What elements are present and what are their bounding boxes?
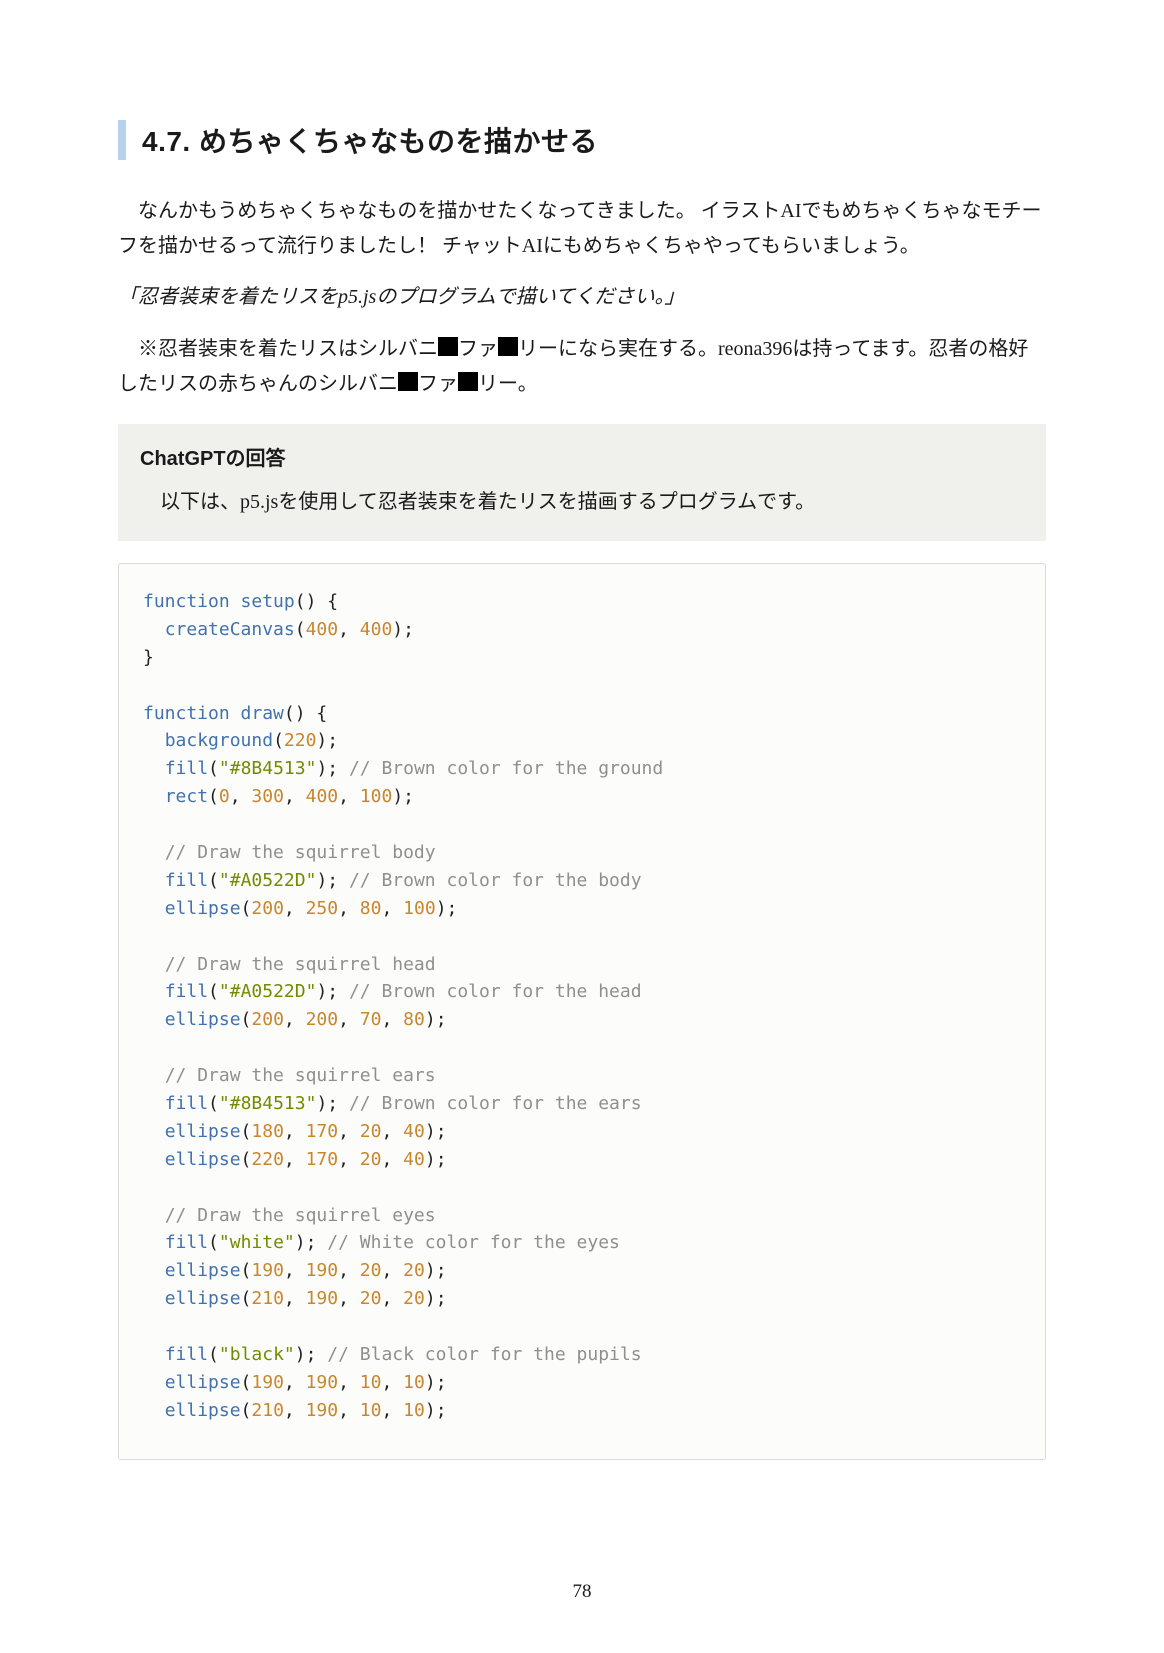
response-title: ChatGPTの回答: [140, 442, 1024, 471]
redaction-box: [498, 337, 518, 356]
note-text-2: ファ: [458, 338, 498, 360]
page-number: 78: [0, 1581, 1164, 1603]
note-text-5: リー。: [478, 373, 538, 395]
redaction-box: [398, 372, 418, 391]
footnote-paragraph: ※忍者装束を着たリスはシルバニファリーになら実在する。reona396は持ってま…: [118, 332, 1046, 402]
redaction-box: [438, 337, 458, 356]
code-content: function setup() { createCanvas(400, 400…: [143, 588, 1021, 1425]
response-body: 以下は、p5.jsを使用して忍者装束を着たリスを描画するプログラムです。: [140, 485, 1024, 519]
section-heading: 4.7. めちゃくちゃなものを描かせる: [118, 120, 1046, 160]
prompt-quote: 「忍者装束を着たリスをp5.jsのプログラムで描いてください。」: [118, 280, 1046, 314]
note-text-4: ファ: [418, 373, 458, 395]
chatgpt-response-block: ChatGPTの回答 以下は、p5.jsを使用して忍者装束を着たリスを描画するプ…: [118, 424, 1046, 541]
code-block: function setup() { createCanvas(400, 400…: [118, 563, 1046, 1460]
redaction-box: [458, 372, 478, 391]
note-text-1: ※忍者装束を着たリスはシルバニ: [138, 338, 438, 360]
page: 4.7. めちゃくちゃなものを描かせる なんかもうめちゃくちゃなものを描かせたく…: [0, 0, 1164, 1653]
intro-paragraph: なんかもうめちゃくちゃなものを描かせたくなってきました。 イラストAIでもめちゃ…: [118, 194, 1046, 264]
